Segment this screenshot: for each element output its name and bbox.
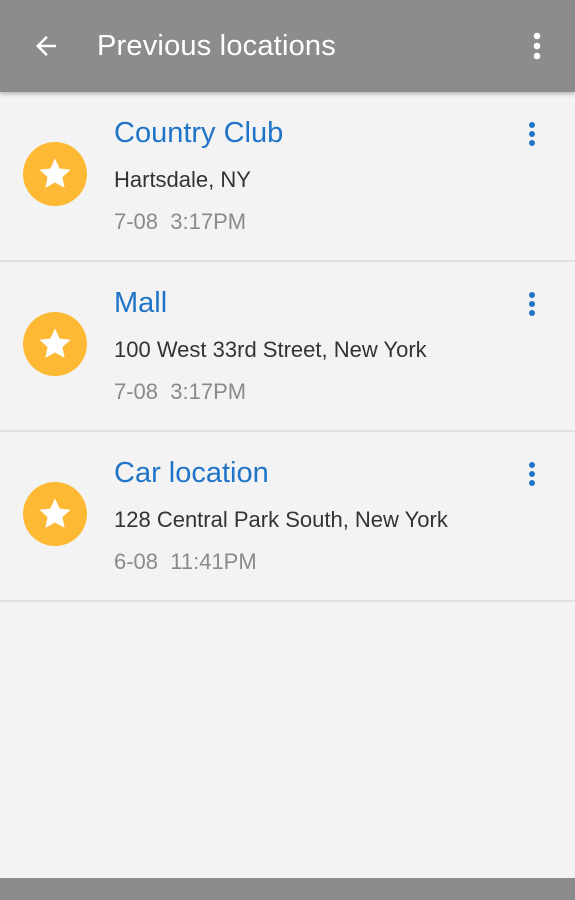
star-icon [39,498,71,528]
location-address: Hartsdale, NY [114,167,251,192]
item-menu-button[interactable] [517,456,547,492]
list-item-location[interactable]: Mall 100 West 33rd Street, New York 7-08… [0,262,575,432]
more-vert-icon [529,292,535,316]
location-timestamp: 6-08 11:41PM [114,549,257,574]
page-title: Previous locations [97,30,336,62]
location-address: 128 Central Park South, New York [114,507,448,532]
arrow-left-icon [36,36,56,56]
location-title: Car location [114,457,269,489]
star-badge [23,312,87,376]
more-vert-icon [533,32,541,60]
locations-list: Country Club Hartsdale, NY 7-08 3:17PM M… [0,92,575,602]
location-title: Mall [114,287,168,319]
app-bar: Previous locations [0,0,575,92]
back-button[interactable] [22,24,70,68]
list-item-location[interactable]: Country Club Hartsdale, NY 7-08 3:17PM [0,92,575,262]
system-nav-bar [0,878,575,900]
location-address: 100 West 33rd Street, New York [114,337,427,362]
location-timestamp: 7-08 3:17PM [114,209,247,234]
item-menu-button[interactable] [517,286,547,322]
more-vert-icon [529,122,535,146]
star-badge [23,142,87,206]
overflow-menu-button[interactable] [523,26,551,66]
star-icon [39,328,71,358]
location-timestamp: 7-08 3:17PM [114,379,247,404]
more-vert-icon [529,462,535,486]
location-title: Country Club [114,117,284,149]
item-menu-button[interactable] [517,116,547,152]
star-icon [39,158,71,188]
list-item-location[interactable]: Car location 128 Central Park South, New… [0,432,575,602]
star-badge [23,482,87,546]
